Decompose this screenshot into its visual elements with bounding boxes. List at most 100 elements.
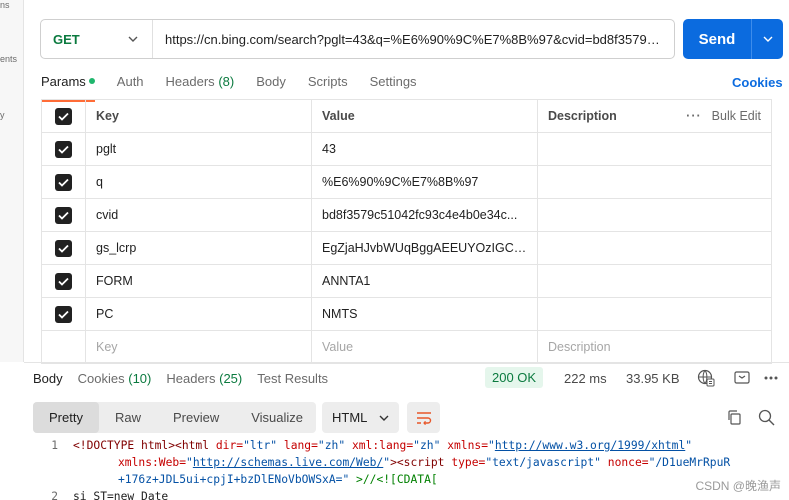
send-button[interactable]: Send (683, 19, 751, 59)
row-checkbox-cell[interactable] (41, 132, 86, 166)
code-line-wrap: xmlns:Web="http://schemas.live.com/Web/"… (33, 454, 773, 471)
code-token: nonce= (607, 456, 649, 469)
method-select[interactable]: GET (41, 20, 153, 58)
status-badge[interactable]: 200 OK (485, 367, 544, 388)
code-line: 2 si_ST=new Date (33, 488, 773, 500)
code-token: >//<![CDATA[ (349, 473, 438, 486)
row-checkbox-cell[interactable] (41, 297, 86, 331)
param-description[interactable] (536, 231, 773, 265)
new-key-input[interactable]: Key (85, 330, 312, 364)
response-tab-body[interactable]: Body (33, 371, 63, 386)
response-size[interactable]: 33.95 KB (626, 371, 680, 386)
url-input[interactable]: https://cn.bing.com/search?pglt=43&q=%E6… (153, 32, 674, 47)
row-checkbox-cell[interactable] (41, 165, 86, 199)
tab-auth[interactable]: Auth (117, 74, 144, 98)
more-icon: ··· (686, 109, 702, 123)
send-dropdown[interactable] (751, 19, 783, 59)
param-value[interactable]: NMTS (311, 297, 538, 331)
tab-headers[interactable]: Headers (8) (166, 74, 235, 98)
response-tab-cookies[interactable]: Cookies (10) (78, 371, 152, 386)
tab-label: Params (41, 74, 86, 89)
more-icon[interactable] (762, 369, 780, 390)
param-description[interactable] (536, 198, 773, 232)
tab-label: Headers (166, 371, 216, 386)
row-checkbox-cell[interactable] (41, 264, 86, 298)
chevron-down-icon (763, 36, 772, 42)
param-key[interactable]: gs_lcrp (85, 231, 312, 265)
param-value[interactable]: EgZjaHJvbWUqBggAEEUYOzIGCAA... (311, 231, 538, 265)
send-button-group: Send (683, 19, 783, 59)
code-token: xmlns= (447, 439, 489, 452)
tab-label: Body (33, 371, 63, 386)
code-token: <html (175, 439, 210, 452)
column-value: Value (311, 99, 538, 133)
response-tab-test-results[interactable]: Test Results (257, 371, 328, 386)
view-pretty-button[interactable]: Pretty (33, 402, 99, 433)
search-icon[interactable] (758, 409, 775, 429)
checkbox-checked-icon[interactable] (55, 239, 72, 257)
view-preview-button[interactable]: Preview (157, 402, 235, 433)
param-value[interactable]: ANNTA1 (311, 264, 538, 298)
row-checkbox-cell[interactable] (41, 198, 86, 232)
view-raw-button[interactable]: Raw (99, 402, 157, 433)
tab-settings[interactable]: Settings (370, 74, 417, 98)
code-line-wrap: +176z+JDL5ui+cpjI+bzDlENoVbOWSxA=" >//<!… (33, 471, 773, 488)
code-token: "/D1ueMrRpuR (648, 456, 731, 469)
code-token: +176z+JDL5ui+cpjI+bzDlENoVbOWSxA=" (118, 473, 350, 486)
code-text: si_ST=new Date (73, 490, 169, 500)
view-visualize-button[interactable]: Visualize (235, 402, 319, 433)
param-value[interactable]: bd8f3579c51042fc93c4e4b0e34c... (311, 198, 538, 232)
bulk-edit-button[interactable]: ··· Bulk Edit (686, 109, 761, 123)
param-value[interactable]: 43 (311, 132, 538, 166)
tab-label: Auth (116, 74, 144, 89)
code-link[interactable]: http://www.w3.org/1999/xhtml (495, 439, 685, 452)
code-token: xmlns:Web= (118, 456, 187, 469)
row-checkbox-cell[interactable] (41, 231, 86, 265)
checkbox-checked-icon[interactable] (55, 173, 72, 191)
checkbox-checked-icon[interactable] (55, 305, 72, 323)
tab-scripts[interactable]: Scripts (308, 74, 348, 98)
save-response-icon[interactable] (733, 369, 751, 390)
code-token: dir= (215, 439, 244, 452)
code-token: "ltr" (243, 439, 278, 452)
new-description-input[interactable]: Description (536, 330, 773, 364)
tab-params[interactable]: Params (41, 74, 95, 102)
sidebar-strip: ns ents y (0, 0, 24, 362)
param-value[interactable]: %E6%90%9C%E7%8B%97 (311, 165, 538, 199)
tab-body[interactable]: Body (256, 74, 286, 98)
param-key[interactable]: q (85, 165, 312, 199)
param-key[interactable]: FORM (85, 264, 312, 298)
param-description[interactable] (536, 264, 773, 298)
code-token: type= (451, 456, 486, 469)
checkbox-checked-icon[interactable] (55, 206, 72, 224)
response-code[interactable]: 1 <!DOCTYPE html><html dir="ltr" lang="z… (33, 437, 773, 500)
param-description[interactable] (536, 297, 773, 331)
table-row: pglt 43 (41, 132, 773, 166)
copy-icon[interactable] (726, 409, 743, 429)
table-row-new: Key Value Description (41, 330, 773, 364)
view-mode-bar: Pretty Raw Preview Visualize (33, 402, 316, 433)
tab-label: Scripts (307, 74, 348, 89)
checkbox-checked-icon[interactable] (55, 140, 72, 158)
param-description[interactable] (536, 132, 773, 166)
code-token: "text/javascript" (485, 456, 601, 469)
param-key[interactable]: PC (85, 297, 312, 331)
param-key[interactable]: cvid (85, 198, 312, 232)
response-time[interactable]: 222 ms (564, 371, 607, 386)
line-number: 2 (51, 490, 58, 500)
code-link[interactable]: http://schemas.live.com/Web/ (193, 456, 383, 469)
param-key[interactable]: pglt (85, 132, 312, 166)
select-all-cell[interactable] (41, 99, 86, 133)
new-value-input[interactable]: Value (311, 330, 538, 364)
tab-label: Test Results (257, 371, 329, 386)
bulk-edit-label: Bulk Edit (711, 109, 762, 123)
response-tab-headers[interactable]: Headers (25) (166, 371, 242, 386)
checkbox-checked-icon[interactable] (55, 107, 72, 125)
globe-icon[interactable] (697, 369, 715, 390)
param-description[interactable] (536, 165, 773, 199)
request-url-bar: GET https://cn.bing.com/search?pglt=43&q… (40, 19, 675, 59)
wrap-lines-button[interactable] (407, 402, 440, 433)
format-select[interactable]: HTML (322, 402, 399, 433)
checkbox-checked-icon[interactable] (55, 272, 72, 290)
cookies-link[interactable]: Cookies (732, 75, 783, 90)
